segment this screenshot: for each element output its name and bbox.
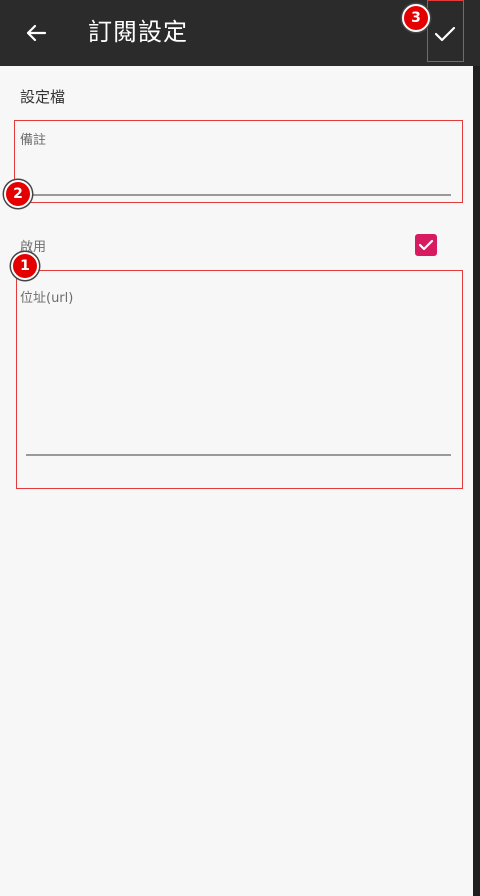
url-field[interactable] [26, 312, 446, 448]
note-field-underline [26, 194, 451, 196]
url-field-label: 位址(url) [20, 291, 74, 306]
annotation-marker-1: 1 [11, 252, 39, 280]
highlight-box-confirm [427, 0, 464, 62]
section-title: 設定檔 [20, 88, 66, 106]
url-field-underline [26, 454, 451, 456]
note-field[interactable] [26, 160, 446, 190]
page-title: 訂閱設定 [88, 18, 188, 46]
enabled-checkbox[interactable] [415, 234, 437, 256]
back-button[interactable] [14, 13, 58, 53]
annotation-marker-2: 2 [4, 180, 32, 208]
checkmark-icon [418, 239, 434, 251]
arrow-left-icon [26, 24, 47, 42]
note-field-label: 備註 [20, 133, 47, 148]
annotation-marker-3: 3 [402, 4, 430, 32]
